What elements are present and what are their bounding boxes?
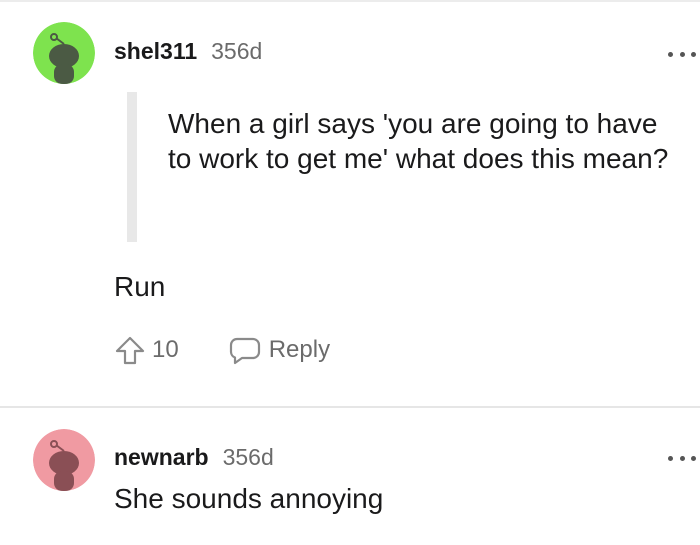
avatar[interactable] (33, 22, 95, 84)
comment-newnarb: newnarb 356d She sounds annoying (0, 408, 700, 545)
comment-body: Run (114, 271, 166, 302)
quote-bar (127, 92, 137, 242)
upvote-button[interactable]: 10 (114, 334, 179, 366)
avatar[interactable] (33, 429, 95, 491)
comment-meta: shel311 356d (114, 38, 262, 65)
username[interactable]: shel311 (114, 38, 197, 65)
upvote-arrow-icon (115, 336, 145, 365)
more-options-icon[interactable] (668, 48, 696, 60)
comment-age: 356d (211, 38, 263, 64)
username[interactable]: newnarb (114, 444, 209, 471)
reply-button[interactable]: Reply (229, 334, 330, 366)
speech-bubble-icon (229, 337, 260, 365)
snoo-avatar-icon (33, 429, 95, 491)
upvote-count: 10 (152, 336, 179, 363)
quoted-text: When a girl says 'you are going to have … (168, 108, 669, 174)
comment-age: 356d (222, 444, 274, 470)
snoo-avatar-icon (33, 22, 95, 84)
comment-shel311: shel311 356d When a girl says 'you are g… (0, 0, 700, 406)
comment-actions: 10 Reply (114, 332, 330, 368)
more-options-icon[interactable] (668, 452, 696, 464)
reply-label: Reply (268, 336, 331, 363)
comment-body: She sounds annoying (114, 483, 384, 514)
comment-meta: newnarb 356d (114, 444, 274, 471)
